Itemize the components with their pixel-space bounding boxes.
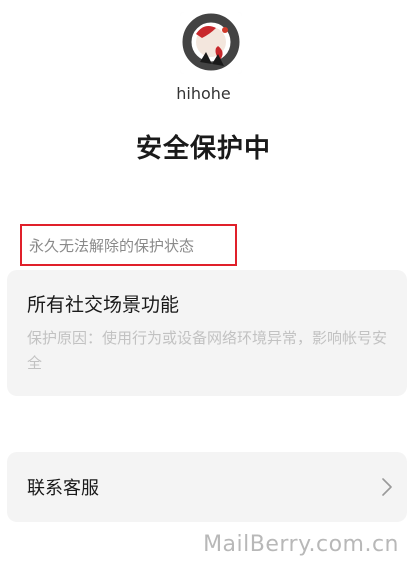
chevron-right-icon xyxy=(382,478,392,496)
contact-support-button[interactable]: 联系客服 xyxy=(7,452,407,522)
contact-support-label: 联系客服 xyxy=(27,478,99,499)
page-title: 安全保护中 xyxy=(135,134,271,164)
username: hihohe xyxy=(176,84,231,103)
feature-title: 所有社交场景功能 xyxy=(27,294,180,316)
protection-reason: 保护原因：使用行为或设备网络环境异常，影响帐号安全 xyxy=(27,329,388,372)
avatar xyxy=(180,12,242,74)
protection-status-note: 永久无法解除的保护状态 xyxy=(20,224,237,266)
watermark: MailBerry.com.cn xyxy=(203,532,399,557)
ink-art-avatar-icon xyxy=(180,12,242,74)
restricted-feature-card: 所有社交场景功能 保护原因：使用行为或设备网络环境异常，影响帐号安全 xyxy=(7,270,407,396)
